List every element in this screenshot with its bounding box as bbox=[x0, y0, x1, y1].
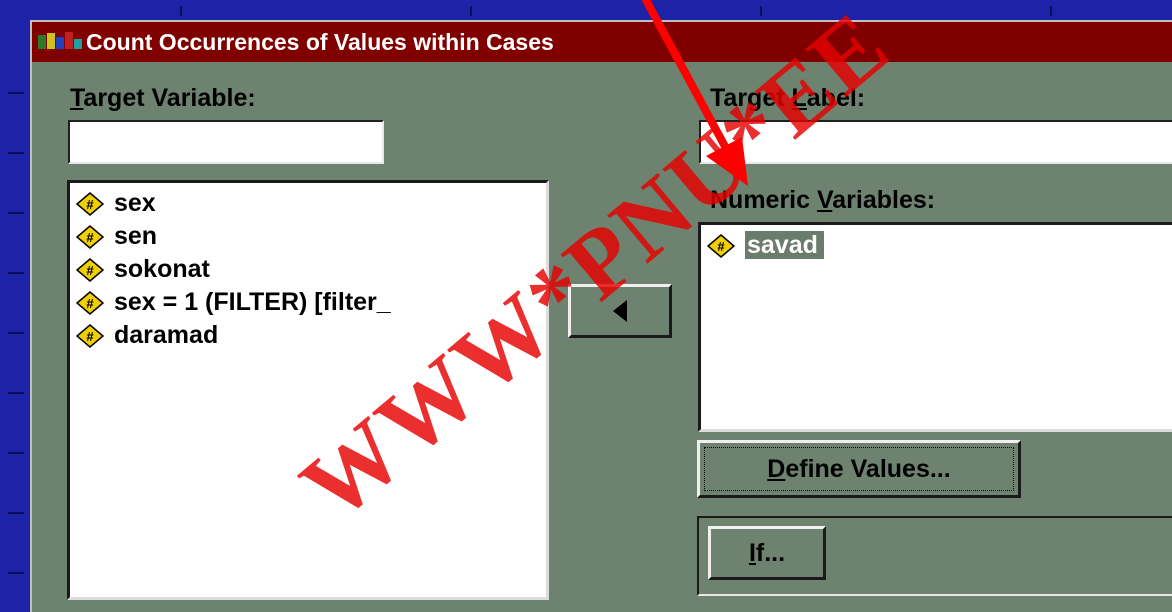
annotation-arrow bbox=[642, 0, 748, 186]
